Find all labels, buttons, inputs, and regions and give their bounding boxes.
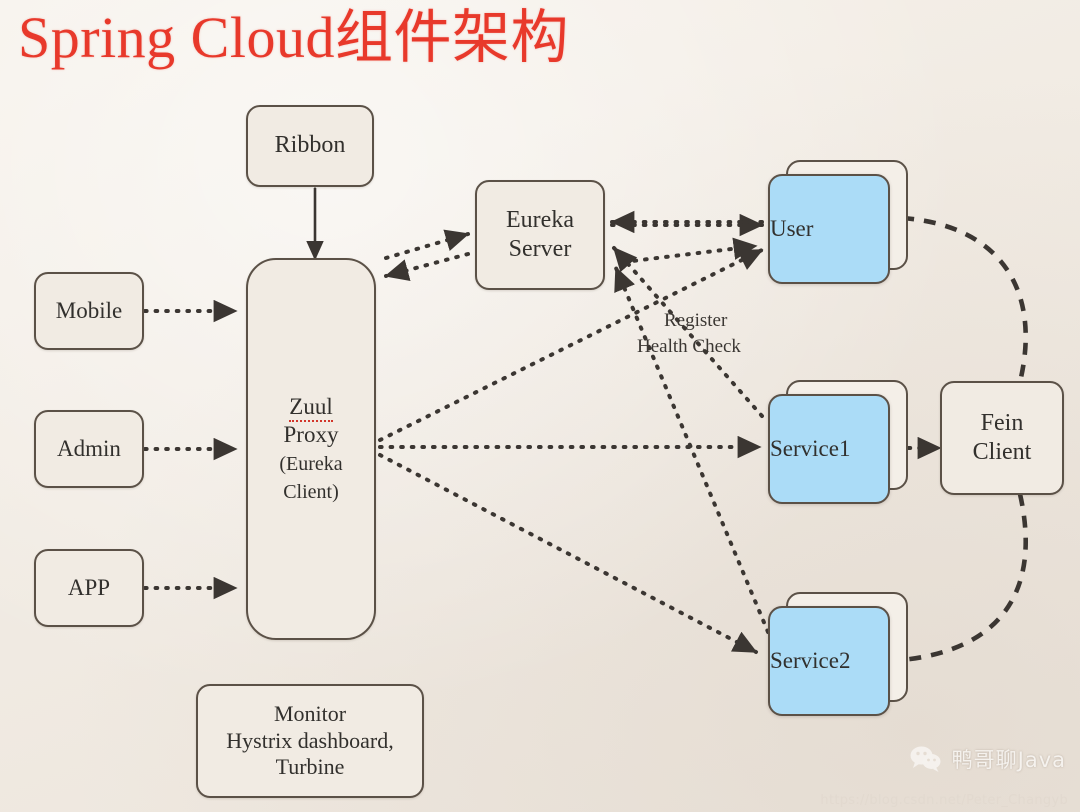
- wechat-icon: [910, 746, 941, 772]
- node-monitor-line1: Monitor: [273, 700, 347, 726]
- connector-layer: [143, 168, 1029, 663]
- node-monitor[interactable]: Monitor Hystrix dashboard, Turbine: [196, 684, 424, 798]
- node-eureka-line2: Server: [508, 236, 572, 262]
- node-monitor-line3: Turbine: [275, 754, 345, 780]
- node-eureka-server-text: Eureka Server: [477, 206, 603, 265]
- edge-label-health-check-text: Health Check: [637, 336, 741, 357]
- watermark-brand: 鸭哥聊Java: [909, 744, 1066, 774]
- watermark-url: https://blog.csdn.net/Peter_Changyb: [820, 793, 1068, 808]
- edge-eureka-user: [610, 210, 764, 237]
- node-service2[interactable]: Service2: [768, 606, 890, 716]
- edge-eureka-user-diagonal: [622, 237, 758, 264]
- edge-label-register: Register: [664, 308, 727, 334]
- node-service1[interactable]: Service1: [768, 394, 890, 504]
- node-monitor-text: Monitor Hystrix dashboard, Turbine: [198, 701, 422, 781]
- node-app-label: APP: [67, 574, 111, 600]
- node-service2-label: Service2: [770, 648, 851, 673]
- node-mobile[interactable]: Mobile: [34, 272, 144, 350]
- node-admin[interactable]: Admin: [34, 410, 144, 488]
- node-zuul-line4: Client): [283, 481, 339, 504]
- node-eureka-line1: Eureka: [506, 206, 574, 233]
- node-service1-label: Service1: [770, 436, 851, 461]
- node-zuul-text: Zuul Proxy (Eureka Client): [248, 393, 374, 505]
- node-eureka-server[interactable]: Eureka Server: [475, 180, 605, 290]
- page-title: Spring Cloud组件架构: [18, 5, 569, 70]
- node-admin-label: Admin: [57, 435, 121, 461]
- edge-user-fein: [901, 215, 1029, 383]
- node-fein-client[interactable]: Fein Client: [940, 381, 1064, 495]
- edge-zuul-service2: [378, 453, 758, 654]
- node-zuul-line1: Zuul: [289, 393, 333, 422]
- node-fein-line2: Client: [972, 439, 1032, 465]
- node-zuul-proxy[interactable]: Zuul Proxy (Eureka Client): [246, 258, 376, 640]
- node-user-label: User: [770, 216, 814, 241]
- node-fein-client-text: Fein Client: [942, 409, 1062, 468]
- watermark-brand-text: 鸭哥聊Java: [951, 748, 1066, 772]
- slide-canvas: Spring Cloud组件架构 Ribbon Mobile Admin APP…: [0, 0, 1080, 812]
- node-service1-stack[interactable]: Service1: [768, 380, 908, 504]
- node-zuul-line3: (Eureka: [279, 453, 343, 475]
- edge-fein-service2: [901, 493, 1029, 663]
- node-ribbon-label: Ribbon: [274, 132, 346, 159]
- node-zuul-line2: Proxy: [283, 421, 339, 447]
- edge-label-health-check: Health Check: [637, 334, 741, 360]
- node-monitor-line2: Hystrix dashboard,: [226, 727, 394, 753]
- node-fein-line1: Fein: [980, 409, 1024, 436]
- edge-zuul-eureka: [384, 229, 470, 282]
- paper-texture: [0, 0, 1080, 812]
- node-user-stack[interactable]: User: [768, 160, 908, 284]
- node-ribbon[interactable]: Ribbon: [246, 105, 374, 187]
- node-service2-stack[interactable]: Service2: [768, 592, 908, 716]
- node-app[interactable]: APP: [34, 549, 144, 627]
- edge-label-register-text: Register: [664, 310, 728, 331]
- node-mobile-label: Mobile: [55, 297, 123, 323]
- node-user[interactable]: User: [768, 174, 890, 284]
